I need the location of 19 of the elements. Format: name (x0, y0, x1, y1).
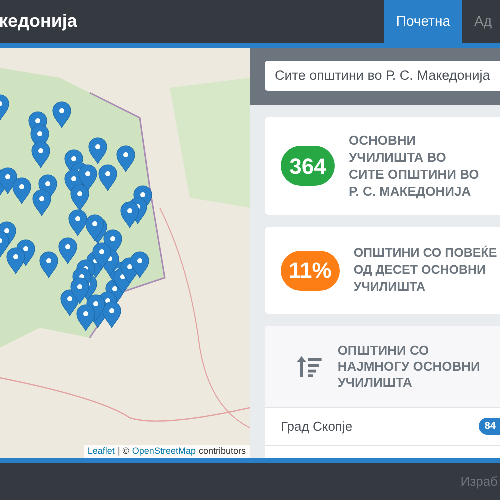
stat-badge: 364 (281, 146, 335, 186)
attribution-separator: | © (118, 444, 130, 458)
attribution-text: contributors (198, 444, 246, 458)
footer-text: Израб (460, 472, 498, 491)
map-drawing[interactable] (0, 48, 250, 458)
sort-descending-icon (297, 356, 322, 378)
ranking-item[interactable]: Град Скопје 84 (265, 408, 500, 446)
stat-badge: 11% (281, 250, 340, 290)
stat-description: ОСНОВНИ УЧИЛИШТА ВО СИТЕ ОПШТИНИ ВО Р. С. МАКЕДОНИЈА (349, 132, 480, 200)
count-badge: 84 (478, 418, 500, 435)
openstreetmap-link[interactable]: OpenStreetMap (132, 444, 196, 458)
stat-description: ОПШТИНИ СО ПОВЕЌЕ ОД ДЕСЕТ ОСНОВНИ УЧИЛИШТА (354, 245, 498, 296)
ranking-title: ОПШТИНИ СО НАЈМНОГУ ОСНОВНИ УЧИЛИШТА (338, 342, 482, 390)
nav-link[interactable]: Ад (462, 0, 500, 43)
nav-link[interactable]: Почетна (384, 0, 462, 43)
brand-title[interactable]: кедонија (0, 8, 78, 35)
municipality-select[interactable]: Сите општини во Р. С. Македонија (265, 61, 500, 91)
municipality-name: Град Скопје (281, 418, 353, 436)
leaflet-link[interactable]: Leaflet (88, 444, 115, 458)
